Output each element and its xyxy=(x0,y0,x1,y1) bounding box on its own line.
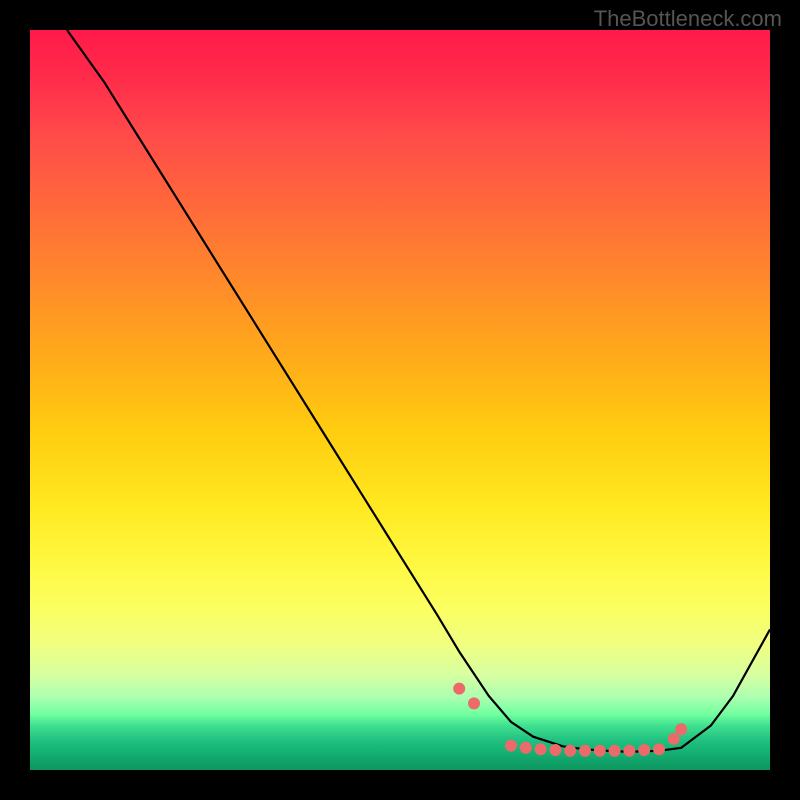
plot-area xyxy=(30,30,770,770)
marker-dot xyxy=(579,745,591,757)
marker-dot xyxy=(594,745,606,757)
marker-dot xyxy=(675,723,687,735)
marker-dot xyxy=(623,745,635,757)
marker-dot xyxy=(549,744,561,756)
marker-dot xyxy=(505,740,517,752)
marker-dot xyxy=(520,742,532,754)
marker-dot xyxy=(468,697,480,709)
chart-svg xyxy=(30,30,770,770)
bottleneck-curve xyxy=(67,30,770,752)
marker-dot xyxy=(564,745,576,757)
marker-dot xyxy=(535,743,547,755)
marker-dot xyxy=(638,744,650,756)
marker-dot xyxy=(668,733,680,745)
marker-dot xyxy=(609,745,621,757)
marker-dot xyxy=(653,743,665,755)
marker-dot xyxy=(453,683,465,695)
watermark-text: TheBottleneck.com xyxy=(594,6,782,32)
